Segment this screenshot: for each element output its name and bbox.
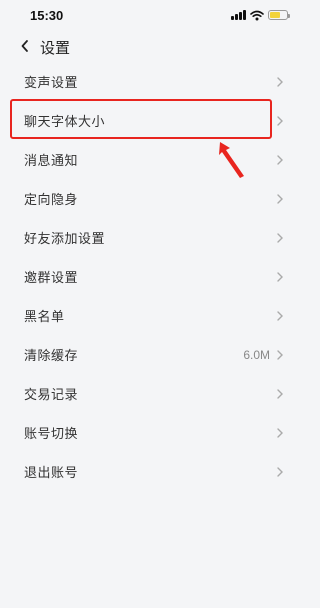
settings-item-friend-add[interactable]: 好友添加设置: [0, 218, 302, 257]
settings-item-notifications[interactable]: 消息通知: [0, 140, 302, 179]
settings-item-label: 退出账号: [24, 466, 79, 481]
settings-item-label: 黑名单: [24, 310, 65, 325]
status-bar: 15:30: [0, 0, 302, 32]
nav-bar: 设置: [0, 32, 302, 62]
chevron-right-icon: [277, 271, 283, 282]
cache-size-value: 6.0M: [243, 347, 270, 362]
chevron-right-icon: [277, 154, 283, 165]
settings-item-label: 消息通知: [24, 154, 79, 169]
settings-item-switch-account[interactable]: 账号切换: [0, 413, 302, 452]
settings-item-label: 变声设置: [24, 76, 79, 91]
settings-item-transaction-records[interactable]: 交易记录: [0, 374, 302, 413]
settings-item-label: 交易记录: [24, 388, 79, 403]
wifi-icon: [250, 10, 264, 20]
chevron-right-icon: [277, 115, 283, 126]
chevron-right-icon: [277, 310, 283, 321]
page-title: 设置: [40, 39, 71, 57]
chevron-right-icon: [277, 466, 283, 477]
settings-item-label: 邀群设置: [24, 271, 79, 286]
cellular-signal-icon: [231, 10, 246, 20]
battery-charging-icon: [268, 10, 290, 20]
settings-item-label: 账号切换: [24, 427, 79, 442]
settings-item-group-invite[interactable]: 邀群设置: [0, 257, 302, 296]
chevron-right-icon: [277, 427, 283, 438]
settings-item-targeted-invisible[interactable]: 定向隐身: [0, 179, 302, 218]
status-time: 15:30: [30, 8, 64, 23]
arrow-annotation-icon: [219, 142, 244, 178]
chevron-right-icon: [277, 76, 283, 87]
chevron-right-icon: [277, 232, 283, 243]
settings-item-blacklist[interactable]: 黑名单: [0, 296, 302, 335]
chevron-right-icon: [277, 349, 283, 360]
settings-item-logout[interactable]: 退出账号: [0, 452, 302, 491]
settings-item-label: 定向隐身: [24, 193, 79, 208]
highlight-annotation-box: [10, 99, 272, 139]
chevron-right-icon: [277, 193, 283, 204]
settings-item-voice-change[interactable]: 变声设置: [0, 62, 302, 101]
settings-item-label: 清除缓存: [24, 349, 79, 364]
chevron-right-icon: [277, 388, 283, 399]
status-icons: [231, 9, 290, 21]
chevron-left-icon[interactable]: [18, 38, 34, 54]
settings-item-clear-cache[interactable]: 清除缓存 6.0M: [0, 335, 302, 374]
settings-item-label: 好友添加设置: [24, 232, 106, 247]
